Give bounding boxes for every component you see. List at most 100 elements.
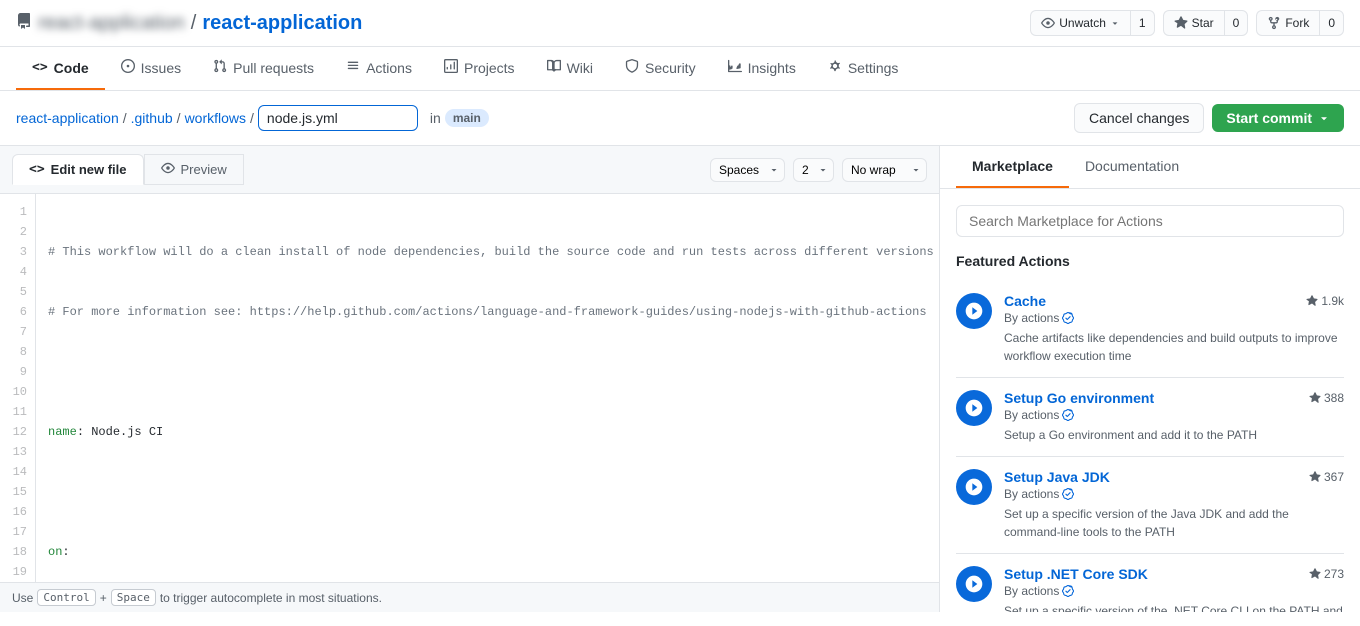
action-setup-dotnet-name[interactable]: Setup .NET Core SDK [1004,566,1148,582]
action-cache: Cache 1.9k By actions Cache artifacts li… [956,281,1344,378]
fork-count[interactable]: 0 [1319,10,1344,36]
action-setup-java-stars: 367 [1309,470,1344,484]
action-setup-dotnet-icon [956,566,992,602]
star-group: Star 0 [1163,10,1249,36]
breadcrumb: react-application / .github / workflows … [16,105,489,131]
code-editor[interactable]: 1 2 3 4 5 6 7 8 9 10 11 12 13 14 15 16 1 [0,194,939,582]
action-cache-name[interactable]: Cache [1004,293,1046,309]
breadcrumb-in: in [430,110,441,126]
repo-title: react-application / react-application [16,12,362,35]
repo-name[interactable]: react-application [202,12,362,35]
action-setup-java-icon [956,469,992,505]
featured-title: Featured Actions [956,253,1344,269]
insights-icon [728,59,742,76]
watch-label: Unwatch [1059,16,1106,30]
action-cache-name-row: Cache 1.9k [1004,293,1344,309]
edit-icon: <> [29,162,45,177]
filename-input[interactable] [258,105,418,131]
breadcrumb-repo[interactable]: react-application [16,110,119,126]
action-cache-desc: Cache artifacts like dependencies and bu… [1004,329,1344,365]
line-numbers: 1 2 3 4 5 6 7 8 9 10 11 12 13 14 15 16 1 [0,194,36,582]
tab-pullrequests[interactable]: Pull requests [197,47,330,90]
marketplace-search-input[interactable] [956,205,1344,237]
footer-text2: to trigger autocomplete in most situatio… [160,591,382,605]
mp-tab-marketplace[interactable]: Marketplace [956,146,1069,188]
plus-text: + [100,591,107,605]
action-cache-stars: 1.9k [1306,294,1344,308]
editor-footer: Use Control + Space to trigger autocompl… [0,582,939,612]
code-content[interactable]: # This workflow will do a clean install … [36,194,939,582]
wiki-icon [547,59,561,76]
issues-icon [121,59,135,76]
action-setup-java-name[interactable]: Setup Java JDK [1004,469,1110,485]
fork-button[interactable]: Fork [1256,10,1319,36]
action-setup-dotnet-info: Setup .NET Core SDK 273 By actions Set u… [1004,566,1344,612]
tab-security[interactable]: Security [609,47,712,90]
control-key: Control [37,589,95,606]
footer-text: Use [12,591,33,605]
repo-org[interactable]: react-application [38,12,185,35]
action-setup-java-name-row: Setup Java JDK 367 [1004,469,1344,485]
action-setup-go-desc: Setup a Go environment and add it to the… [1004,426,1344,444]
top-header: react-application / react-application Un… [0,0,1360,47]
tab-edit-file[interactable]: <> Edit new file [12,154,144,185]
code-line-5 [48,482,927,502]
tab-insights[interactable]: Insights [712,47,812,90]
actions-icon [346,59,360,76]
fork-label: Fork [1285,16,1309,30]
action-cache-icon [956,293,992,329]
tab-actions[interactable]: Actions [330,47,428,90]
code-icon: <> [32,60,48,75]
header-actions: Unwatch 1 Star 0 Fork 0 [1030,10,1344,36]
mp-body: Featured Actions Cache 1.9k By acti [940,189,1360,612]
tab-settings[interactable]: Settings [812,47,915,90]
action-setup-java-desc: Set up a specific version of the Java JD… [1004,505,1344,541]
action-setup-java-by: By actions [1004,487,1344,501]
action-cache-by: By actions [1004,311,1344,325]
indent-size-select[interactable]: 2 4 [793,158,834,182]
tab-code[interactable]: <> Code [16,47,105,90]
repo-sep: / [191,12,197,35]
action-setup-java-info: Setup Java JDK 367 By actions Set up a s… [1004,469,1344,541]
action-setup-go: Setup Go environment 388 By actions Setu… [956,378,1344,457]
cancel-button[interactable]: Cancel changes [1074,103,1204,133]
mp-tab-documentation[interactable]: Documentation [1069,146,1195,188]
tab-preview[interactable]: Preview [144,154,244,185]
projects-icon [444,59,458,76]
action-setup-dotnet-by: By actions [1004,584,1344,598]
action-setup-dotnet-desc: Set up a specific version of the .NET Co… [1004,602,1344,612]
star-count[interactable]: 0 [1224,10,1249,36]
watch-count[interactable]: 1 [1130,10,1155,36]
breadcrumb-sep2: / [177,110,181,126]
code-line-3 [48,362,927,382]
tab-projects[interactable]: Projects [428,47,531,90]
star-label: Star [1192,16,1214,30]
star-button[interactable]: Star [1163,10,1224,36]
mp-tabs: Marketplace Documentation [940,146,1360,189]
breadcrumb-github[interactable]: .github [131,110,173,126]
breadcrumb-bar: react-application / .github / workflows … [0,91,1360,146]
indent-select[interactable]: Spaces Tabs [710,158,785,182]
editor-toolbar: <> Edit new file Preview Spaces Tabs 2 [0,146,939,194]
main-content: <> Edit new file Preview Spaces Tabs 2 [0,146,1360,612]
code-line-2: # For more information see: https://help… [48,302,927,322]
nav-tabs: <> Code Issues Pull requests Actions Pro… [0,47,1360,91]
settings-icon [828,59,842,76]
breadcrumb-sep1: / [123,110,127,126]
action-setup-dotnet-stars: 273 [1309,567,1344,581]
editor-panel: <> Edit new file Preview Spaces Tabs 2 [0,146,940,612]
pullrequest-icon [213,59,227,76]
tab-issues[interactable]: Issues [105,47,197,90]
code-lines: 1 2 3 4 5 6 7 8 9 10 11 12 13 14 15 16 1 [0,194,939,582]
breadcrumb-workflows[interactable]: workflows [185,110,246,126]
branch-badge: main [445,109,489,127]
action-setup-dotnet: Setup .NET Core SDK 273 By actions Set u… [956,554,1344,612]
action-setup-go-name[interactable]: Setup Go environment [1004,390,1154,406]
preview-icon [161,161,175,178]
start-commit-button[interactable]: Start commit [1212,104,1344,132]
watch-button[interactable]: Unwatch [1030,10,1130,36]
wrap-select[interactable]: No wrap Soft wrap [842,158,927,182]
repo-icon [16,12,32,35]
tab-wiki[interactable]: Wiki [531,47,609,90]
editor-tabs: <> Edit new file Preview [12,154,244,185]
